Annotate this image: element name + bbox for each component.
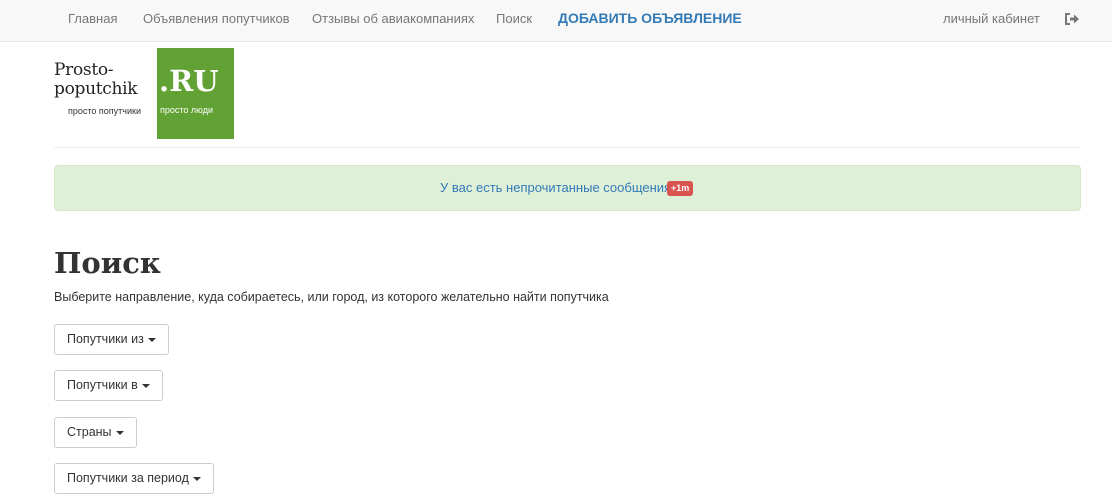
filter-from-dropdown[interactable]: Попутчики из [54, 324, 169, 355]
filter-from-label: Попутчики из [67, 332, 144, 346]
nav-item-account[interactable]: личный кабинет [943, 11, 1040, 26]
unread-messages-link[interactable]: У вас есть непрочитанные сообщения [440, 180, 671, 195]
logo-line-1: Prosto- [54, 60, 114, 80]
site-logo[interactable]: Prosto- poputchik просто попутчики .RU п… [54, 48, 234, 139]
nav-item-home[interactable]: Главная [68, 11, 117, 26]
nav-item-airline-reviews[interactable]: Отзывы об авиакомпаниях [312, 11, 474, 26]
logo-line-2: poputchik [54, 79, 138, 99]
logo-wordmark: Prosto- poputchik просто попутчики [54, 48, 156, 139]
nav-item-add-listing[interactable]: ДОБАВИТЬ ОБЪЯВЛЕНИЕ [558, 10, 742, 26]
filter-period-dropdown[interactable]: Попутчики за период [54, 463, 214, 494]
nav-item-listings[interactable]: Объявления попутчиков [143, 11, 290, 26]
filter-countries-label: Страны [67, 425, 112, 439]
logo-domain-block: .RU просто люди [157, 48, 234, 139]
caret-down-icon [141, 383, 150, 388]
sign-out-icon[interactable] [1062, 9, 1082, 29]
filter-to-label: Попутчики в [67, 378, 138, 392]
top-navbar: Главная Объявления попутчиков Отзывы об … [0, 0, 1112, 42]
nav-item-search[interactable]: Поиск [496, 11, 532, 26]
unread-messages-alert: У вас есть непрочитанные сообщения +1m [54, 165, 1081, 211]
filter-period-label: Попутчики за период [67, 471, 189, 485]
unread-count-badge: +1m [667, 181, 694, 196]
page-description: Выберите направление, куда собираетесь, … [54, 290, 609, 304]
logo-domain: .RU [159, 64, 219, 98]
caret-down-icon [115, 430, 124, 435]
page-title: Поиск [54, 246, 161, 280]
logo-tagline: просто попутчики [68, 106, 141, 116]
filter-to-dropdown[interactable]: Попутчики в [54, 370, 163, 401]
header-divider [54, 147, 1081, 148]
caret-down-icon [147, 337, 156, 342]
filter-countries-dropdown[interactable]: Страны [54, 417, 137, 448]
caret-down-icon [192, 476, 201, 481]
logo-tagline-2: просто люди [160, 105, 213, 115]
